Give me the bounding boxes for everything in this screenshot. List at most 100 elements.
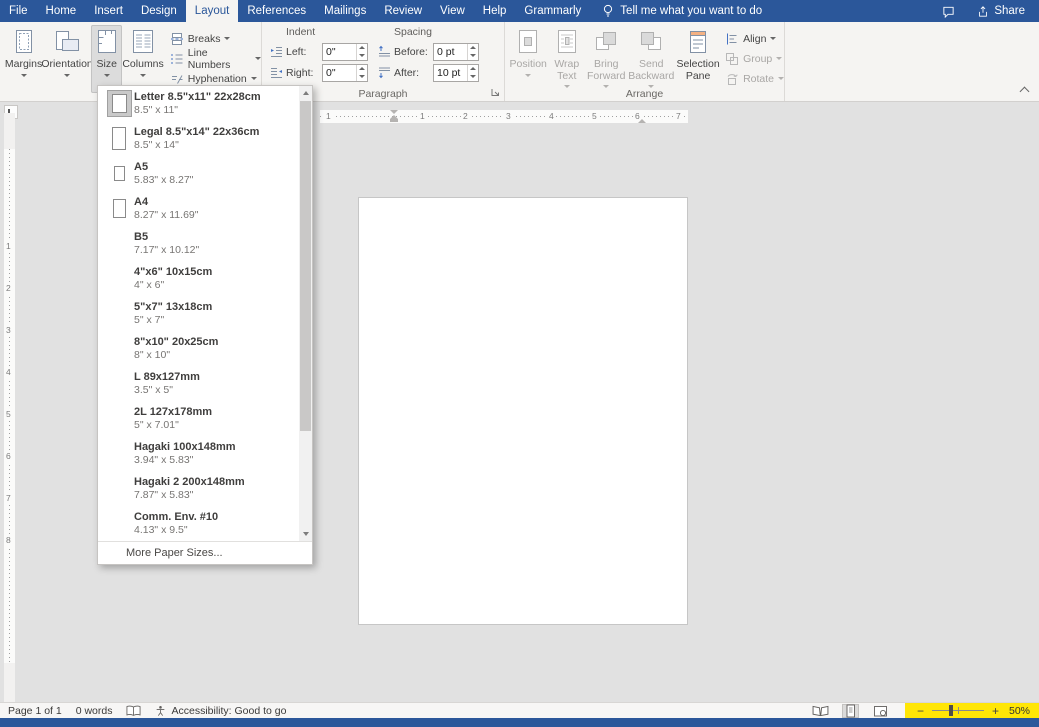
bring-forward-button[interactable]: Bring Forward bbox=[585, 25, 627, 93]
ruler-margin-cap bbox=[4, 663, 15, 705]
tab-review[interactable]: Review bbox=[375, 0, 431, 22]
share-button[interactable]: Share bbox=[977, 5, 1025, 18]
rotate-button[interactable]: Rotate bbox=[725, 71, 784, 86]
ribbon-tab-bar: File Home Insert Design Layout Reference… bbox=[0, 0, 1039, 22]
zoom-slider-thumb[interactable] bbox=[949, 705, 954, 716]
tab-help[interactable]: Help bbox=[474, 0, 516, 22]
indent-left-input[interactable]: 0" bbox=[322, 42, 368, 61]
orientation-button[interactable]: Orientation bbox=[41, 25, 93, 93]
paper-size-name: 4"x6" 10x15cm bbox=[134, 265, 213, 278]
spacing-after-spinner[interactable] bbox=[467, 64, 478, 81]
ruler-number: 4 bbox=[6, 367, 11, 378]
align-button[interactable]: Align bbox=[725, 31, 784, 46]
tab-insert[interactable]: Insert bbox=[85, 0, 132, 22]
collapse-ribbon-button[interactable] bbox=[1020, 86, 1029, 95]
ruler-number: 2 bbox=[461, 111, 470, 122]
spinner-down-icon[interactable] bbox=[357, 73, 367, 81]
spinner-up-icon[interactable] bbox=[468, 65, 478, 73]
tab-references[interactable]: References bbox=[238, 0, 315, 22]
spacing-before-spinner[interactable] bbox=[467, 43, 478, 60]
zoom-slider[interactable] bbox=[932, 705, 984, 716]
paper-size-option-hagaki[interactable]: Hagaki 100x148mm 3.94" x 5.83" bbox=[98, 436, 299, 471]
paper-size-option-b5[interactable]: B5 7.17" x 10.12" bbox=[98, 226, 299, 261]
spacing-before-input[interactable]: 0 pt bbox=[433, 42, 479, 61]
position-button[interactable]: Position bbox=[508, 25, 548, 93]
paper-size-option-l[interactable]: L 89x127mm 3.5" x 5" bbox=[98, 366, 299, 401]
more-paper-sizes-button[interactable]: More Paper Sizes... bbox=[98, 541, 312, 564]
paper-size-dims: 4.13" x 9.5" bbox=[134, 523, 188, 536]
paper-size-option-5x7[interactable]: 5"x7" 13x18cm 5" x 7" bbox=[98, 296, 299, 331]
spinner-down-icon[interactable] bbox=[468, 73, 478, 81]
group-button[interactable]: Group bbox=[725, 51, 784, 66]
word-count[interactable]: 0 words bbox=[76, 705, 113, 717]
paper-size-option-comm-env-10[interactable]: Comm. Env. #10 4.13" x 9.5" bbox=[98, 506, 299, 541]
tab-mailings[interactable]: Mailings bbox=[315, 0, 375, 22]
read-mode-button[interactable] bbox=[812, 704, 829, 718]
comments-icon[interactable] bbox=[942, 5, 955, 18]
columns-button[interactable]: Columns bbox=[122, 25, 164, 93]
indent-left-spinner[interactable] bbox=[356, 43, 367, 60]
dropdown-scrollbar[interactable] bbox=[299, 86, 312, 541]
breaks-button[interactable]: Breaks bbox=[170, 31, 261, 46]
paper-size-option-hagaki2[interactable]: Hagaki 2 200x148mm 7.87" x 5.83" bbox=[98, 471, 299, 506]
tab-home[interactable]: Home bbox=[37, 0, 86, 22]
margins-label: Margins bbox=[4, 58, 43, 70]
paper-size-option-8x10[interactable]: 8"x10" 20x25cm 8" x 10" bbox=[98, 331, 299, 366]
indent-right-input[interactable]: 0" bbox=[322, 63, 368, 82]
zoom-level[interactable]: 50% bbox=[1009, 705, 1030, 717]
indent-right-spinner[interactable] bbox=[356, 64, 367, 81]
breaks-label: Breaks bbox=[187, 32, 221, 45]
zoom-out-button[interactable]: − bbox=[917, 705, 924, 717]
scroll-down-icon[interactable] bbox=[299, 527, 312, 541]
zoom-in-button[interactable]: + bbox=[992, 705, 999, 717]
proofing-icon[interactable] bbox=[126, 705, 141, 717]
spinner-down-icon[interactable] bbox=[357, 52, 367, 60]
tab-view[interactable]: View bbox=[431, 0, 474, 22]
paper-size-option-2l[interactable]: 2L 127x178mm 5" x 7.01" bbox=[98, 401, 299, 436]
tab-grammarly[interactable]: Grammarly bbox=[515, 0, 590, 22]
spinner-up-icon[interactable] bbox=[357, 44, 367, 52]
breaks-icon bbox=[170, 32, 184, 46]
page-indicator[interactable]: Page 1 of 1 bbox=[8, 705, 62, 717]
line-numbers-button[interactable]: Line Numbers bbox=[170, 47, 261, 71]
scrollbar-thumb[interactable] bbox=[300, 101, 311, 431]
rotate-label: Rotate bbox=[743, 72, 774, 85]
paper-size-option-a5[interactable]: A5 5.83" x 8.27" bbox=[98, 156, 299, 191]
tell-me-box[interactable]: Tell me what you want to do bbox=[602, 0, 762, 22]
indent-marker[interactable] bbox=[390, 110, 399, 123]
right-indent-marker[interactable] bbox=[638, 119, 646, 123]
selection-pane-button[interactable]: Selection Pane bbox=[675, 25, 721, 93]
print-layout-button[interactable] bbox=[842, 703, 859, 718]
spinner-down-icon[interactable] bbox=[468, 52, 478, 60]
hyphenation-button[interactable]: Hyphenation bbox=[170, 71, 261, 86]
spacing-after-input[interactable]: 10 pt bbox=[433, 63, 479, 82]
chevron-down-icon bbox=[776, 57, 783, 60]
paper-size-name: L 89x127mm bbox=[134, 370, 200, 383]
tab-file[interactable]: File bbox=[0, 0, 37, 22]
horizontal-ruler[interactable]: 1 1 2 3 4 5 6 7 bbox=[320, 110, 688, 123]
paper-size-option-a4[interactable]: A4 8.27" x 11.69" bbox=[98, 191, 299, 226]
tab-design[interactable]: Design bbox=[132, 0, 186, 22]
chevron-down-icon bbox=[525, 73, 532, 77]
selection-pane-label: Selection Pane bbox=[676, 58, 720, 82]
margins-button[interactable]: Margins bbox=[4, 25, 43, 93]
line-numbers-icon bbox=[170, 52, 184, 66]
spinner-up-icon[interactable] bbox=[468, 44, 478, 52]
paper-size-option-legal[interactable]: Legal 8.5"x14" 22x36cm 8.5" x 14" bbox=[98, 121, 299, 156]
wrap-text-button[interactable]: Wrap Text bbox=[548, 25, 585, 93]
size-button[interactable]: Size bbox=[91, 25, 123, 93]
paper-size-dims: 8.27" x 11.69" bbox=[134, 208, 199, 221]
web-layout-button[interactable] bbox=[872, 704, 889, 718]
vertical-ruler[interactable]: 1 2 3 4 5 6 7 8 bbox=[4, 113, 15, 705]
paper-size-option-letter[interactable]: Letter 8.5"x11" 22x28cm 8.5" x 11" bbox=[98, 86, 299, 121]
scroll-up-icon[interactable] bbox=[299, 86, 312, 100]
paper-size-option-4x6[interactable]: 4"x6" 10x15cm 4" x 6" bbox=[98, 261, 299, 296]
document-page[interactable] bbox=[358, 197, 688, 625]
spinner-up-icon[interactable] bbox=[357, 65, 367, 73]
accessibility-status[interactable]: Accessibility: Good to go bbox=[155, 705, 286, 717]
page-letter-icon bbox=[111, 94, 127, 113]
tab-layout[interactable]: Layout bbox=[185, 0, 239, 22]
ruler-number: 5 bbox=[6, 409, 11, 420]
paragraph-dialog-launcher[interactable] bbox=[490, 87, 501, 98]
send-backward-button[interactable]: Send Backward bbox=[627, 25, 675, 93]
